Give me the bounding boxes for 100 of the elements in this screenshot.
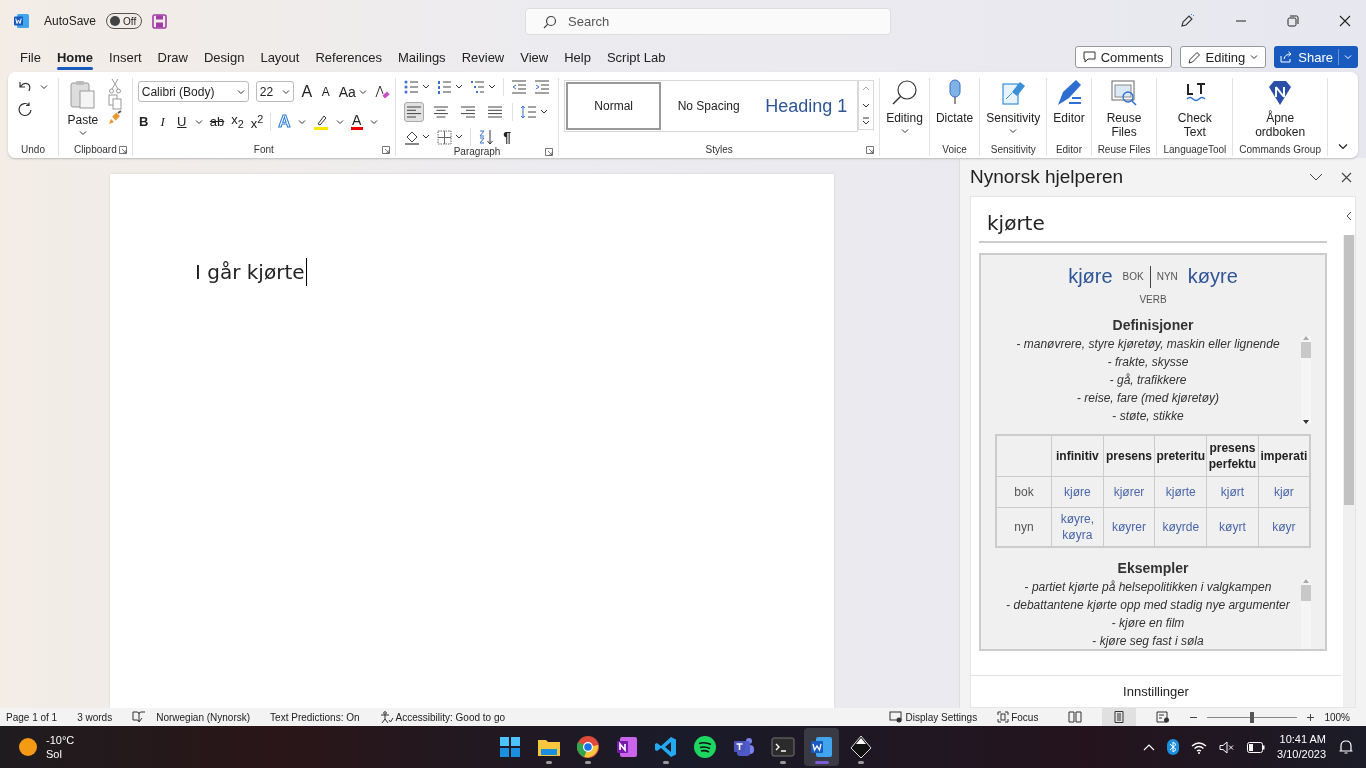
view-button[interactable] bbox=[1102, 708, 1137, 726]
caret-icon[interactable] bbox=[335, 118, 344, 125]
menu-tab[interactable]: References bbox=[307, 43, 390, 71]
ribbon-button[interactable]: Editor bbox=[1053, 78, 1085, 144]
bluetooth-icon[interactable] bbox=[1167, 739, 1180, 755]
font-color-button[interactable]: A bbox=[350, 113, 363, 131]
shading-icon[interactable] bbox=[404, 129, 431, 145]
display-settings-button[interactable]: Display Settings bbox=[889, 711, 978, 723]
word-icon[interactable] bbox=[14, 13, 30, 29]
menu-tab[interactable]: Review bbox=[453, 43, 513, 71]
chevron-up-icon[interactable] bbox=[1143, 743, 1156, 751]
multilevel-list-icon[interactable] bbox=[470, 80, 497, 94]
battery-icon[interactable] bbox=[1247, 741, 1266, 753]
document-text[interactable]: I går kjørte bbox=[195, 258, 307, 286]
text-effects-button[interactable]: A bbox=[278, 113, 291, 130]
taskbar-app[interactable] bbox=[804, 728, 839, 766]
line-spacing-icon[interactable] bbox=[520, 105, 549, 119]
caret-icon[interactable] bbox=[194, 118, 203, 125]
bullets-icon[interactable] bbox=[404, 80, 431, 94]
dialog-launcher-icon[interactable] bbox=[866, 146, 875, 154]
style-option[interactable]: Normal bbox=[566, 82, 662, 130]
menu-tab[interactable]: Mailings bbox=[389, 43, 454, 71]
dialog-launcher-icon[interactable] bbox=[381, 146, 390, 154]
format-button[interactable]: x$^{2}$ bbox=[250, 111, 264, 133]
font-size-field[interactable]: 22 bbox=[255, 81, 294, 102]
style-option[interactable]: No Spacing bbox=[661, 82, 757, 130]
menu-tab[interactable]: Design bbox=[195, 43, 253, 71]
highlighter-icon[interactable] bbox=[312, 113, 329, 130]
dialog-launcher-icon[interactable] bbox=[545, 148, 554, 156]
chevron-left-icon[interactable] bbox=[1345, 211, 1353, 221]
save-icon[interactable] bbox=[152, 13, 168, 29]
chevron-down-icon[interactable] bbox=[1309, 173, 1323, 181]
zoom-slider[interactable] bbox=[1250, 711, 1255, 723]
align-button[interactable] bbox=[404, 102, 425, 122]
muted-speaker-icon[interactable] bbox=[1219, 740, 1236, 754]
menu-tab[interactable]: Script Lab bbox=[598, 43, 674, 71]
caret-icon[interactable] bbox=[297, 118, 306, 125]
caret-icon[interactable] bbox=[40, 84, 49, 90]
ribbon-button[interactable]: Sensitivity bbox=[986, 78, 1041, 144]
menu-tab[interactable]: Help bbox=[556, 43, 599, 71]
menu-tab[interactable]: Draw bbox=[149, 43, 196, 71]
accessibility-status[interactable]: Accessibility: Good to go bbox=[379, 710, 506, 724]
clock[interactable]: 10:41 AM 3/10/2023 bbox=[1277, 732, 1326, 762]
chevron-down-icon[interactable] bbox=[1338, 143, 1348, 150]
editing-mode-button[interactable]: Editing bbox=[1179, 46, 1267, 68]
page-count[interactable]: Page 1 of 1 bbox=[6, 711, 58, 723]
focus-button[interactable]: Focus bbox=[997, 711, 1039, 723]
dialog-launcher-icon[interactable] bbox=[118, 146, 127, 154]
ribbon-button[interactable]: Editing bbox=[886, 78, 923, 156]
paste-button[interactable]: Paste bbox=[67, 78, 99, 136]
language-status[interactable]: Norwegian (Nynorsk) bbox=[156, 711, 251, 723]
word-count[interactable]: 3 words bbox=[77, 711, 113, 723]
book-icon[interactable] bbox=[132, 711, 147, 723]
share-button[interactable]: Share bbox=[1274, 46, 1358, 68]
menu-tab[interactable]: View bbox=[512, 43, 557, 71]
decrease-indent-icon[interactable] bbox=[511, 80, 528, 94]
font-size-button[interactable]: A bbox=[300, 83, 313, 100]
close-icon[interactable] bbox=[1339, 15, 1351, 27]
menu-tab[interactable]: File bbox=[12, 43, 49, 71]
menu-tab[interactable]: Home bbox=[48, 43, 102, 71]
scrollbar[interactable] bbox=[1301, 579, 1311, 649]
scrollbar[interactable] bbox=[1301, 336, 1311, 424]
ribbon-button[interactable]: Check Text bbox=[1177, 78, 1212, 144]
zoom-level[interactable]: 100% bbox=[1324, 711, 1350, 723]
sun-icon[interactable] bbox=[18, 737, 38, 757]
redo-icon[interactable] bbox=[17, 102, 34, 118]
pen-icon[interactable] bbox=[1179, 13, 1195, 29]
ribbon-button[interactable]: Åpne ordboken bbox=[1255, 78, 1306, 144]
format-button[interactable]: I bbox=[156, 113, 169, 130]
format-button[interactable]: x$_{2}$ bbox=[231, 111, 244, 132]
ribbon-button[interactable]: Dictate bbox=[935, 78, 974, 144]
format-button[interactable]: ab bbox=[209, 113, 225, 130]
numbering-icon[interactable] bbox=[437, 80, 464, 94]
text-predictions-status[interactable]: Text Predictions: On bbox=[270, 711, 360, 723]
scrollbar-thumb[interactable] bbox=[1301, 585, 1311, 601]
menu-tab[interactable]: Insert bbox=[101, 43, 150, 71]
caret-icon[interactable] bbox=[369, 118, 378, 125]
format-button[interactable]: B bbox=[137, 113, 150, 130]
menu-tab[interactable]: Layout bbox=[252, 43, 308, 71]
search-field[interactable]: Search bbox=[525, 7, 892, 35]
show-formatting-button[interactable]: ¶ bbox=[501, 129, 514, 145]
font-name-field[interactable]: Calibri (Body) bbox=[137, 81, 249, 102]
scrollbar-thumb[interactable] bbox=[1344, 235, 1354, 505]
sort-icon[interactable] bbox=[478, 129, 495, 145]
scrollbar[interactable] bbox=[1343, 235, 1355, 707]
eraser-icon[interactable] bbox=[373, 83, 390, 100]
restore-icon[interactable] bbox=[1287, 15, 1299, 27]
style-option[interactable]: Heading 1 bbox=[756, 82, 857, 130]
scroll-down-icon[interactable] bbox=[1303, 420, 1309, 424]
close-icon[interactable] bbox=[1341, 171, 1352, 183]
increase-indent-icon[interactable] bbox=[534, 80, 551, 94]
scrollbar-thumb[interactable] bbox=[1301, 342, 1311, 358]
font-size-button[interactable]: A bbox=[319, 83, 332, 100]
borders-icon[interactable] bbox=[437, 129, 464, 145]
comments-button[interactable]: Comments bbox=[1074, 46, 1172, 68]
change-case-button[interactable]: Aa bbox=[338, 83, 367, 100]
format-button[interactable]: U bbox=[175, 113, 188, 130]
wifi-icon[interactable] bbox=[1191, 740, 1208, 754]
ribbon-button[interactable]: Reuse Files bbox=[1106, 78, 1142, 144]
bell-icon[interactable] bbox=[1338, 739, 1354, 755]
